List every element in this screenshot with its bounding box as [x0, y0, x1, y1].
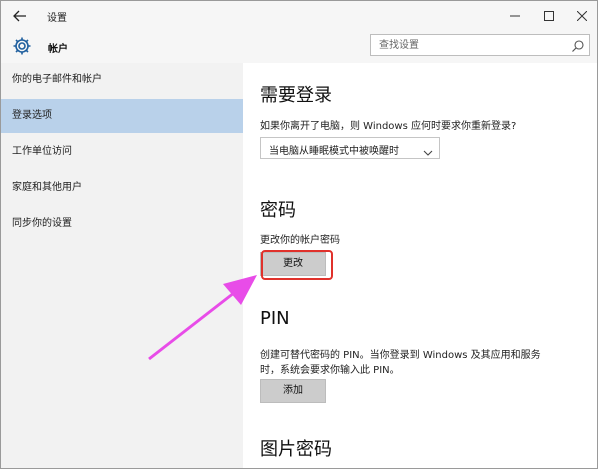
settings-window: 设置 帐户 查找设置 你的电子邮件和帐户 登录选项 工作单位访问 家庭和其他用户…: [0, 0, 598, 469]
pointer-arrow: [148, 275, 257, 361]
